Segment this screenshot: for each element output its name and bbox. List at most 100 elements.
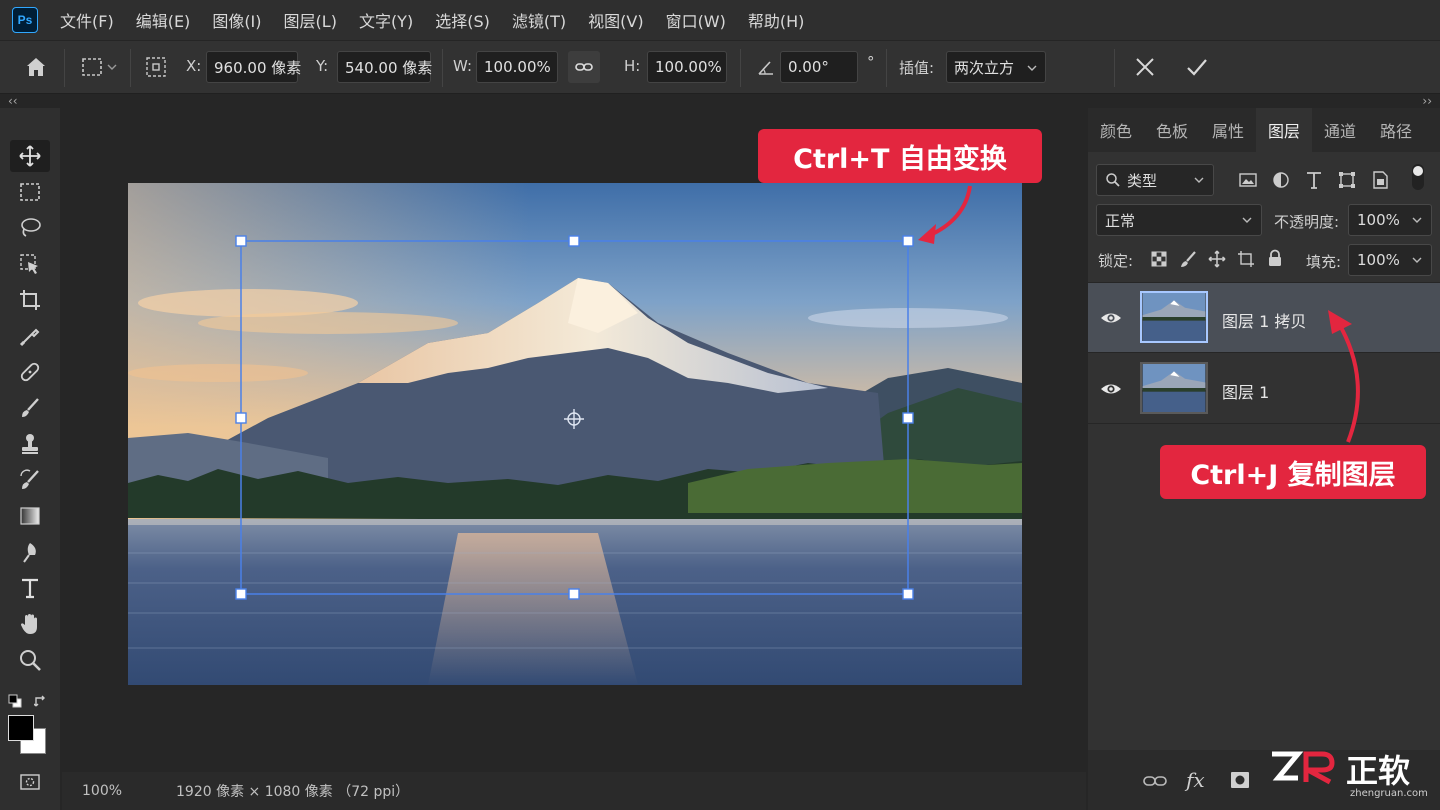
tab-color[interactable]: 颜色 [1088, 108, 1144, 152]
transform-handle-right[interactable] [902, 412, 914, 424]
separator [740, 49, 741, 87]
x-position-field[interactable]: 960.00 像素 [206, 51, 301, 83]
swap-colors-icon[interactable] [33, 694, 48, 708]
home-icon[interactable] [22, 53, 50, 81]
default-colors-icon[interactable] [8, 694, 22, 708]
transform-handle-top[interactable] [568, 235, 580, 247]
object-selection-icon[interactable] [10, 248, 50, 280]
rotation-field[interactable]: 0.00° [780, 51, 858, 83]
chevron-down-icon [1194, 177, 1204, 183]
status-bar: 100% 1920 像素 × 1080 像素 （72 ppi） [62, 772, 1086, 810]
width-field[interactable]: 100.00% [476, 51, 558, 83]
move-tool-icon[interactable] [10, 140, 50, 172]
gradient-icon[interactable] [10, 500, 50, 532]
options-bar: X: 960.00 像素 Y: 540.00 像素 W: 100.00% H: … [0, 40, 1440, 94]
menu-help[interactable]: 帮助(H) [748, 8, 805, 32]
menu-filter[interactable]: 滤镜(T) [512, 8, 566, 32]
chevron-down-icon [1242, 217, 1252, 223]
brush-icon[interactable] [10, 392, 50, 424]
menu-image[interactable]: 图像(I) [212, 8, 261, 32]
layer-row[interactable]: 图层 1 拷贝 [1088, 283, 1440, 353]
document-info[interactable]: 1920 像素 × 1080 像素 （72 ppi） [176, 781, 409, 801]
interpolation-value: 两次立方 [954, 58, 1015, 77]
watermark-brand: 正软 [1346, 752, 1411, 790]
lock-transparent-icon[interactable] [1150, 250, 1168, 268]
filter-pixel-icon[interactable] [1238, 170, 1258, 190]
layer-style-fx-icon[interactable]: fx [1186, 768, 1205, 792]
menu-select[interactable]: 选择(S) [435, 8, 490, 32]
fill-field[interactable]: 100% [1348, 244, 1432, 276]
quick-mask-icon[interactable] [10, 766, 50, 798]
menu-layer[interactable]: 图层(L) [284, 8, 337, 32]
lock-pixels-icon[interactable] [1179, 250, 1197, 268]
collapse-right-icon[interactable]: ›› [1422, 94, 1432, 108]
filter-smart-object-icon[interactable] [1370, 170, 1390, 190]
reference-point-icon[interactable] [142, 53, 170, 81]
tab-layers[interactable]: 图层 [1256, 108, 1312, 152]
clone-stamp-icon[interactable] [10, 428, 50, 460]
transform-handle-top-left[interactable] [235, 235, 247, 247]
menu-edit[interactable]: 编辑(E) [136, 8, 191, 32]
marquee-preset-icon[interactable] [78, 53, 106, 81]
menu-view[interactable]: 视图(V) [588, 8, 643, 32]
tab-properties[interactable]: 属性 [1200, 108, 1256, 152]
rectangular-marquee-icon[interactable] [10, 176, 50, 208]
lock-position-icon[interactable] [1208, 250, 1226, 268]
document-image[interactable] [128, 183, 1022, 685]
eyedropper-icon[interactable] [10, 320, 50, 352]
menu-window[interactable]: 窗口(W) [666, 8, 726, 32]
transform-handle-bottom[interactable] [568, 588, 580, 600]
interpolation-label: 插值: [899, 59, 935, 77]
tab-swatches[interactable]: 色板 [1144, 108, 1200, 152]
chevron-down-icon[interactable] [104, 53, 120, 81]
hand-icon[interactable] [10, 608, 50, 640]
crop-icon[interactable] [10, 284, 50, 316]
lock-artboard-icon[interactable] [1237, 250, 1255, 268]
layer-filter-select[interactable]: 类型 [1096, 164, 1214, 196]
visibility-eye-icon[interactable] [1100, 307, 1122, 329]
tab-paths[interactable]: 路径 [1368, 108, 1424, 152]
filter-toggle[interactable] [1412, 164, 1424, 190]
layer-name[interactable]: 图层 1 拷贝 [1222, 308, 1306, 332]
y-position-field[interactable]: 540.00 像素 [337, 51, 432, 83]
callout-duplicate-layer: Ctrl+J 复制图层 [1160, 445, 1426, 499]
filter-type-icon[interactable] [1304, 170, 1324, 190]
filter-shape-icon[interactable] [1337, 170, 1357, 190]
opacity-label: 不透明度: [1274, 213, 1340, 231]
tab-channels[interactable]: 通道 [1312, 108, 1368, 152]
menu-type[interactable]: 文字(Y) [359, 8, 413, 32]
lasso-icon[interactable] [10, 212, 50, 244]
transform-handle-bottom-right[interactable] [902, 588, 914, 600]
layer-thumbnail [1140, 291, 1208, 343]
height-field[interactable]: 100.00% [647, 51, 727, 83]
transform-handle-bottom-left[interactable] [235, 588, 247, 600]
transform-handle-left[interactable] [235, 412, 247, 424]
zoom-level[interactable]: 100% [82, 783, 176, 799]
menu-bar: Ps 文件(F) 编辑(E) 图像(I) 图层(L) 文字(Y) 选择(S) 滤… [0, 0, 1440, 40]
layer-name[interactable]: 图层 1 [1222, 379, 1269, 403]
menu-file[interactable]: 文件(F) [60, 8, 114, 32]
filter-adjustment-icon[interactable] [1271, 170, 1291, 190]
healing-brush-icon[interactable] [10, 356, 50, 388]
link-icon[interactable] [568, 51, 600, 83]
zoom-icon[interactable] [10, 644, 50, 676]
interpolation-select[interactable]: 两次立方 [946, 51, 1046, 83]
commit-transform-icon[interactable] [1183, 53, 1211, 81]
foreground-color-swatch[interactable] [8, 715, 34, 741]
lock-all-icon[interactable] [1266, 249, 1284, 267]
type-tool-icon[interactable] [10, 572, 50, 604]
history-brush-icon[interactable] [10, 464, 50, 496]
cancel-transform-icon[interactable] [1131, 53, 1159, 81]
link-layers-icon[interactable] [1142, 768, 1168, 794]
blend-mode-select[interactable]: 正常 [1096, 204, 1262, 236]
add-mask-icon[interactable] [1228, 768, 1252, 792]
fill-label: 填充: [1306, 253, 1342, 271]
separator [130, 49, 131, 87]
opacity-field[interactable]: 100% [1348, 204, 1432, 236]
visibility-eye-icon[interactable] [1100, 378, 1122, 400]
pen-icon[interactable] [10, 536, 50, 568]
collapse-left-icon[interactable]: ‹‹ [8, 94, 18, 108]
layer-row[interactable]: 图层 1 [1088, 354, 1440, 424]
watermark-url: zhengruan.com [1350, 788, 1428, 799]
transform-handle-top-right[interactable] [902, 235, 914, 247]
